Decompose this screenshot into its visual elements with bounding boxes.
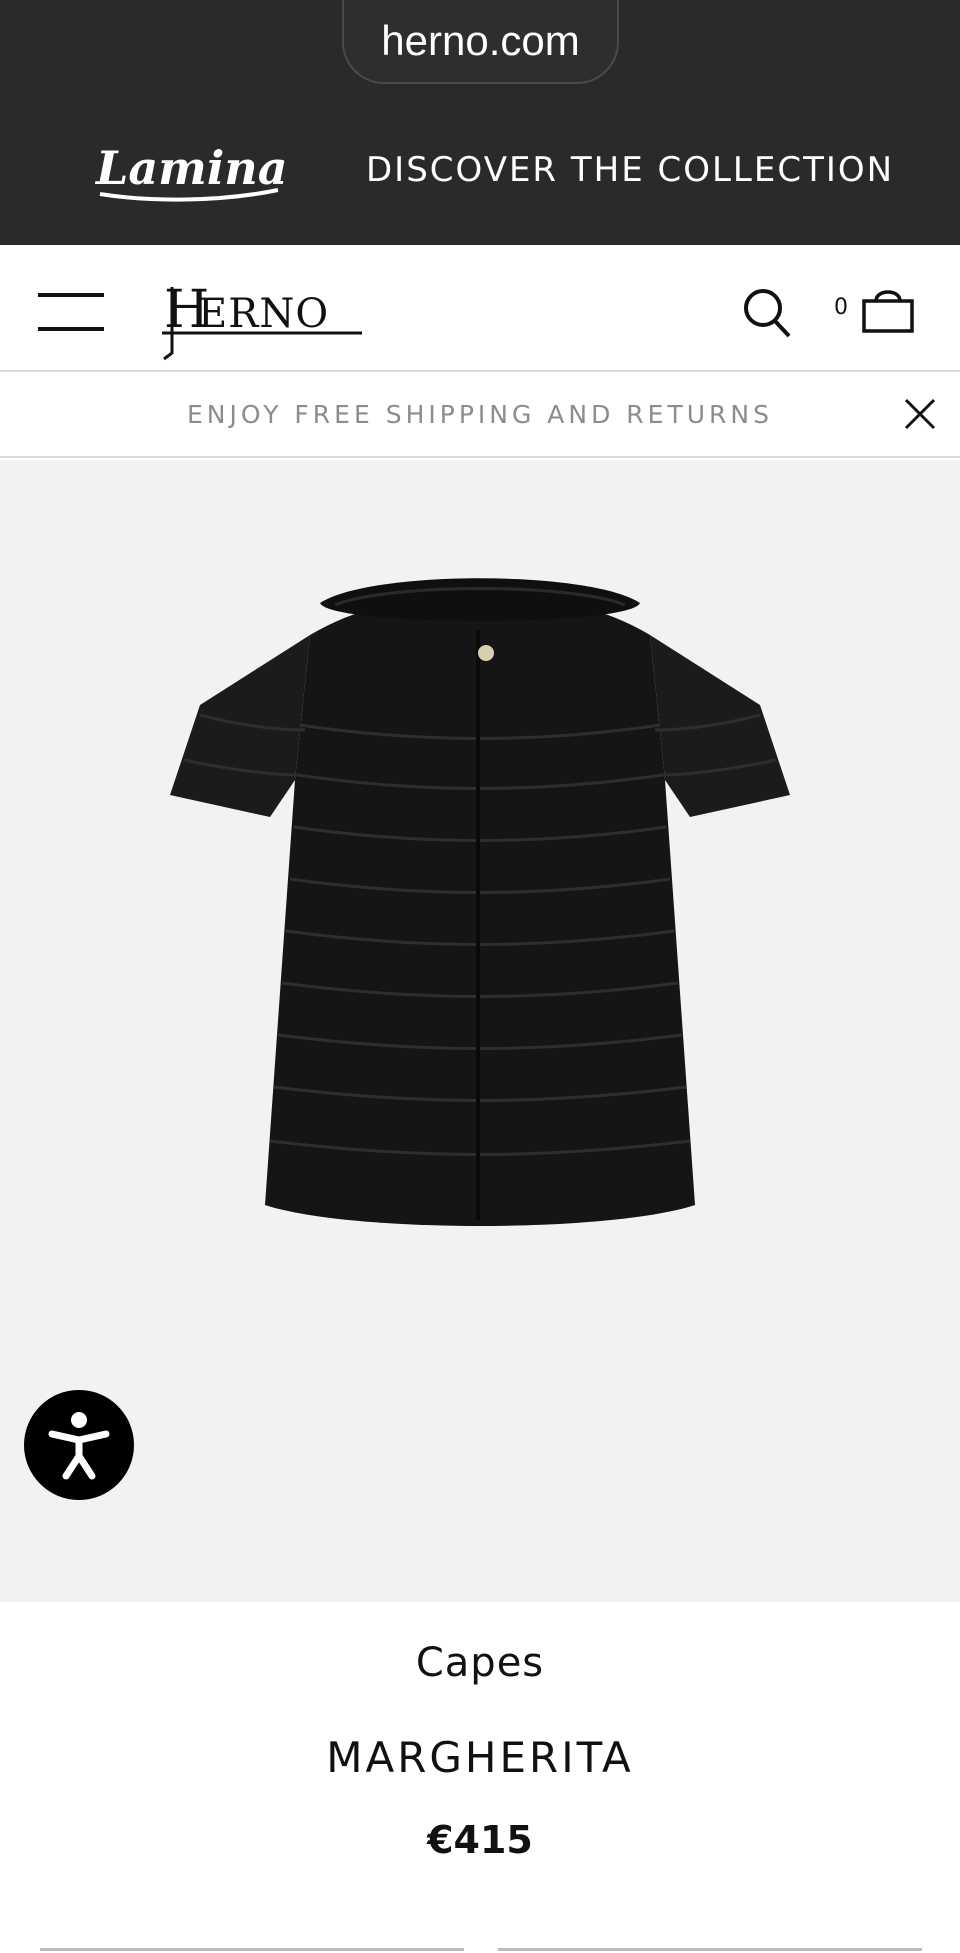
product-gallery[interactable] bbox=[0, 460, 960, 1602]
discover-collection-link[interactable]: DISCOVER THE COLLECTION bbox=[366, 150, 894, 190]
search-icon[interactable] bbox=[742, 287, 792, 339]
accessibility-button[interactable] bbox=[24, 1390, 134, 1500]
product-price: €415 bbox=[427, 1818, 533, 1862]
product-name: MARGHERITA bbox=[326, 1733, 634, 1782]
product-category: Capes bbox=[415, 1640, 545, 1686]
herno-logo[interactable]: H ERNO bbox=[158, 267, 364, 363]
shipping-message: ENJOY FREE SHIPPING AND RETURNS bbox=[187, 400, 773, 429]
laminar-logo: Laminar bbox=[94, 141, 290, 202]
url-text: herno.com bbox=[381, 17, 580, 64]
accessibility-icon bbox=[48, 1412, 110, 1480]
close-icon[interactable] bbox=[902, 396, 938, 432]
svg-text:ERNO: ERNO bbox=[198, 291, 329, 337]
option-selector-left[interactable] bbox=[40, 1948, 464, 1951]
url-bar[interactable]: herno.com bbox=[342, 0, 619, 84]
bag-icon[interactable] bbox=[858, 285, 918, 335]
cart-count: 0 bbox=[834, 295, 848, 320]
product-image[interactable] bbox=[160, 565, 800, 1245]
option-selector-right[interactable] bbox=[498, 1948, 922, 1951]
svg-text:Laminar: Laminar bbox=[94, 141, 290, 195]
shipping-banner: ENJOY FREE SHIPPING AND RETURNS bbox=[0, 372, 960, 458]
promo-banner[interactable]: herno.com Laminar DISCOVER THE COLLECTIO… bbox=[0, 0, 960, 245]
menu-icon[interactable] bbox=[38, 293, 106, 333]
site-header: H ERNO 0 bbox=[0, 245, 960, 372]
